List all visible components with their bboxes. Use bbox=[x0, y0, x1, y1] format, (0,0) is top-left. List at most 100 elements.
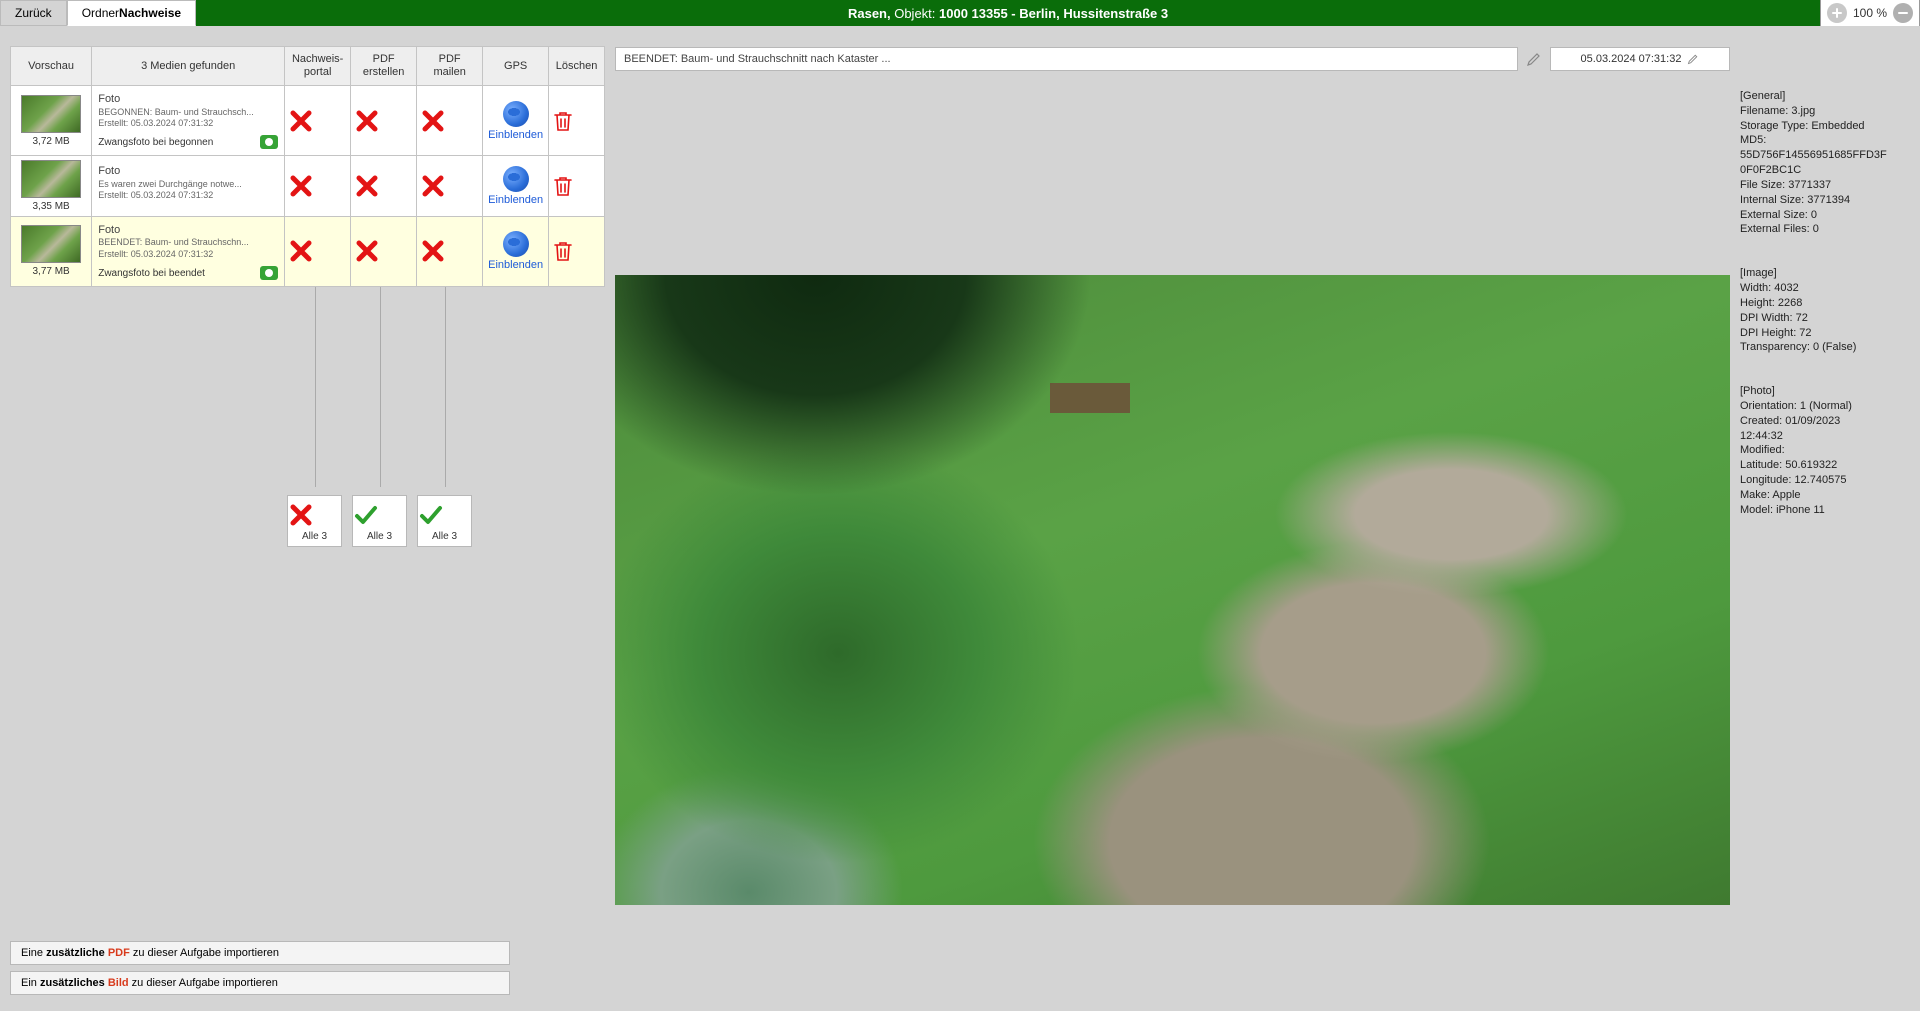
pencil-icon bbox=[1687, 53, 1699, 65]
x-icon bbox=[354, 238, 380, 264]
media-title: Foto bbox=[98, 92, 278, 106]
camera-icon bbox=[260, 135, 278, 149]
description-cell[interactable]: FotoBEGONNEN: Baum- und Strauchsch...Ers… bbox=[92, 86, 285, 156]
metadata-panel: [General] Filename: 3.jpg Storage Type: … bbox=[1740, 46, 1910, 1001]
gps-toggle[interactable]: Einblenden bbox=[483, 217, 549, 287]
media-subtitle: Es waren zwei Durchgänge notwe... bbox=[98, 179, 278, 191]
col-desc[interactable]: 3 Medien gefunden bbox=[92, 47, 285, 86]
caption-input[interactable] bbox=[615, 47, 1518, 71]
batch-label: Alle 3 bbox=[302, 531, 327, 542]
import-image-button[interactable]: Ein zusätzliches Bild zu dieser Aufgabe … bbox=[10, 971, 510, 995]
file-size: 3,35 MB bbox=[14, 201, 88, 212]
batch-label: Alle 3 bbox=[432, 531, 457, 542]
pdf-mail-toggle[interactable] bbox=[417, 86, 483, 156]
x-icon bbox=[288, 238, 314, 264]
media-table: Vorschau 3 Medien gefunden Nachweis-port… bbox=[10, 46, 605, 287]
gps-label: Einblenden bbox=[488, 259, 543, 271]
trash-icon bbox=[552, 239, 574, 263]
connector-line bbox=[445, 287, 446, 487]
tab-folder-nachweise[interactable]: Ordner Nachweise bbox=[67, 0, 196, 26]
trash-icon bbox=[552, 109, 574, 133]
pdf-mail-toggle[interactable] bbox=[417, 156, 483, 217]
window-title: Rasen, Objekt: 1000 13355 - Berlin, Huss… bbox=[196, 0, 1820, 26]
delete-button[interactable] bbox=[549, 217, 605, 287]
pdf-create-toggle[interactable] bbox=[351, 86, 417, 156]
minus-icon bbox=[1897, 7, 1909, 19]
connector-line bbox=[315, 287, 316, 487]
description-cell[interactable]: FotoBEENDET: Baum- und Strauchschn...Ers… bbox=[92, 217, 285, 287]
thumbnail-cell[interactable]: 3,35 MB bbox=[11, 156, 92, 217]
thumbnail bbox=[21, 95, 81, 133]
preview-date[interactable]: 05.03.2024 07:31:32 bbox=[1550, 47, 1730, 71]
pdf-mail-toggle[interactable] bbox=[417, 217, 483, 287]
portal-toggle[interactable] bbox=[285, 86, 351, 156]
table-row[interactable]: 3,72 MB FotoBEGONNEN: Baum- und Strauchsc… bbox=[11, 86, 605, 156]
portal-toggle[interactable] bbox=[285, 156, 351, 217]
gps-toggle[interactable]: Einblenden bbox=[483, 86, 549, 156]
connector-line bbox=[380, 287, 381, 487]
table-row[interactable]: 3,35 MB FotoEs waren zwei Durchgänge notw… bbox=[11, 156, 605, 217]
table-row[interactable]: 3,77 MB FotoBEENDET: Baum- und Strauchsch… bbox=[11, 217, 605, 287]
x-icon bbox=[420, 108, 446, 134]
check-icon bbox=[418, 502, 444, 528]
thumbnail bbox=[21, 225, 81, 263]
check-icon bbox=[353, 502, 379, 528]
col-delete[interactable]: Löschen bbox=[549, 47, 605, 86]
batch-button-2[interactable]: Alle 3 bbox=[417, 495, 472, 547]
gps-label: Einblenden bbox=[488, 194, 543, 206]
plus-icon bbox=[1831, 7, 1843, 19]
col-portal[interactable]: Nachweis-portal bbox=[285, 47, 351, 86]
portal-toggle[interactable] bbox=[285, 217, 351, 287]
x-icon bbox=[288, 502, 314, 528]
delete-button[interactable] bbox=[549, 86, 605, 156]
gps-label: Einblenden bbox=[488, 129, 543, 141]
x-icon bbox=[288, 173, 314, 199]
x-icon bbox=[420, 238, 446, 264]
delete-button[interactable] bbox=[549, 156, 605, 217]
thumbnail-cell[interactable]: 3,77 MB bbox=[11, 217, 92, 287]
meta-photo: [Photo] Orientation: 1 (Normal) Created:… bbox=[1740, 384, 1910, 518]
x-icon bbox=[354, 173, 380, 199]
x-icon bbox=[420, 173, 446, 199]
batch-button-0[interactable]: Alle 3 bbox=[287, 495, 342, 547]
camera-icon bbox=[260, 266, 278, 280]
media-created: Erstellt: 05.03.2024 07:31:32 bbox=[98, 118, 278, 130]
file-size: 3,72 MB bbox=[14, 136, 88, 147]
globe-icon bbox=[503, 101, 529, 127]
trash-icon bbox=[552, 174, 574, 198]
media-title: Foto bbox=[98, 164, 278, 178]
media-created: Erstellt: 05.03.2024 07:31:32 bbox=[98, 190, 278, 202]
globe-icon bbox=[503, 231, 529, 257]
file-size: 3,77 MB bbox=[14, 266, 88, 277]
col-gps[interactable]: GPS bbox=[483, 47, 549, 86]
pencil-icon bbox=[1526, 51, 1542, 67]
col-pdf-create[interactable]: PDFerstellen bbox=[351, 47, 417, 86]
pdf-create-toggle[interactable] bbox=[351, 156, 417, 217]
edit-caption-button[interactable] bbox=[1526, 51, 1542, 67]
description-cell[interactable]: FotoEs waren zwei Durchgänge notwe...Ers… bbox=[92, 156, 285, 217]
preview-image[interactable] bbox=[615, 275, 1730, 905]
media-note: Zwangsfoto bei begonnen bbox=[98, 136, 278, 149]
media-created: Erstellt: 05.03.2024 07:31:32 bbox=[98, 249, 278, 261]
import-pdf-button[interactable]: Eine zusätzliche PDF zu dieser Aufgabe i… bbox=[10, 941, 510, 965]
x-icon bbox=[354, 108, 380, 134]
gps-toggle[interactable]: Einblenden bbox=[483, 156, 549, 217]
col-thumb[interactable]: Vorschau bbox=[11, 47, 92, 86]
x-icon bbox=[288, 108, 314, 134]
col-pdf-mail[interactable]: PDFmailen bbox=[417, 47, 483, 86]
globe-icon bbox=[503, 166, 529, 192]
zoom-out-button[interactable] bbox=[1893, 3, 1913, 23]
media-title: Foto bbox=[98, 223, 278, 237]
zoom-controls: 100 % bbox=[1820, 0, 1920, 26]
batch-label: Alle 3 bbox=[367, 531, 392, 542]
zoom-value: 100 % bbox=[1853, 6, 1887, 20]
media-subtitle: BEGONNEN: Baum- und Strauchsch... bbox=[98, 107, 278, 119]
tab-back[interactable]: Zurück bbox=[0, 0, 67, 26]
zoom-in-button[interactable] bbox=[1827, 3, 1847, 23]
pdf-create-toggle[interactable] bbox=[351, 217, 417, 287]
thumbnail bbox=[21, 160, 81, 198]
thumbnail-cell[interactable]: 3,72 MB bbox=[11, 86, 92, 156]
media-subtitle: BEENDET: Baum- und Strauchschn... bbox=[98, 237, 278, 249]
batch-button-1[interactable]: Alle 3 bbox=[352, 495, 407, 547]
meta-general: [General] Filename: 3.jpg Storage Type: … bbox=[1740, 89, 1910, 237]
